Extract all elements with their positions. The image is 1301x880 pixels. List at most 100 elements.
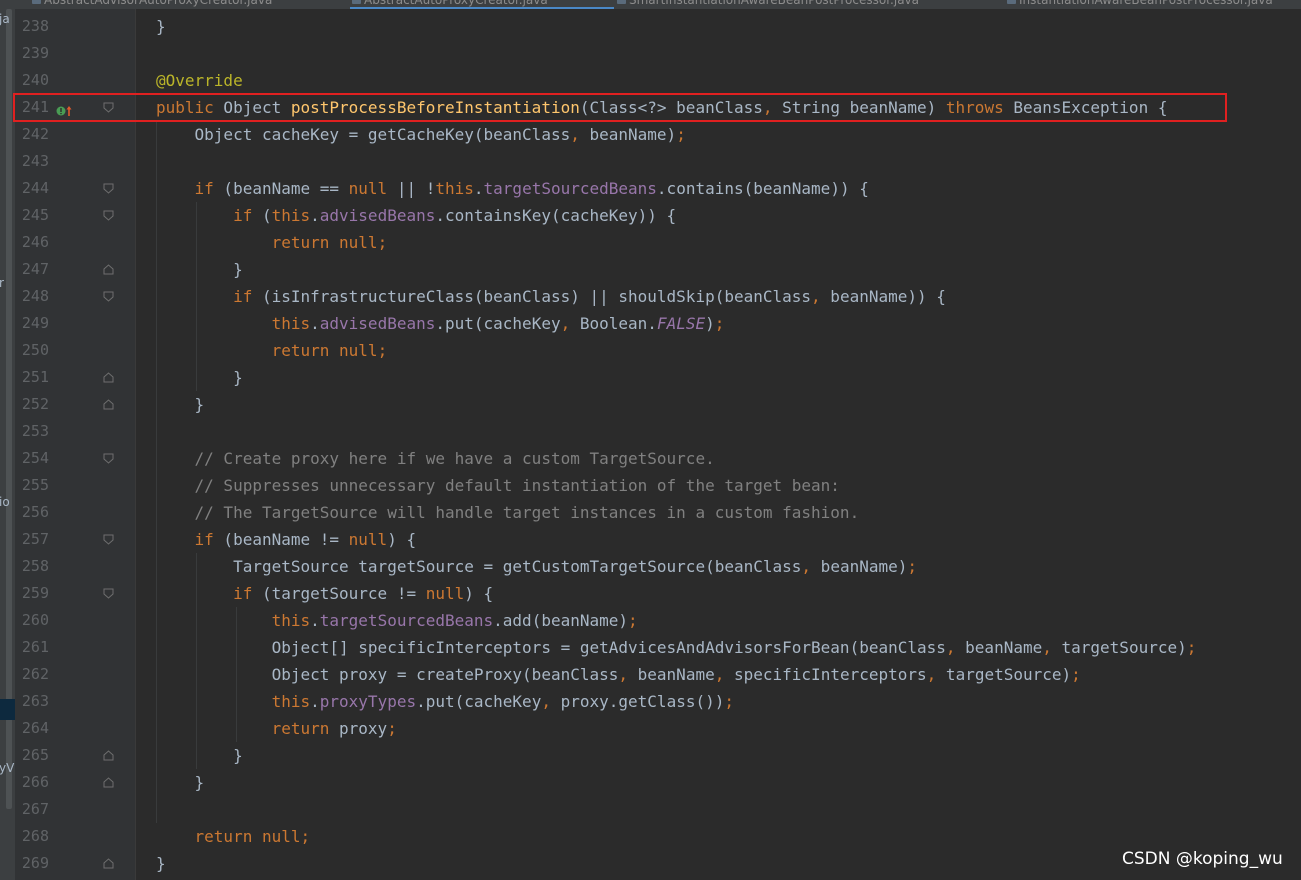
fold-end-icon[interactable] [103,372,114,383]
code-line-255[interactable]: 255 // Suppresses unnecessary default in… [0,472,1301,499]
editor-tab-bar: AbstractAdvisorAutoProxyCreator.java Abst… [0,0,1301,9]
line-number: 268 [21,827,49,845]
line-number: 247 [21,260,49,278]
tab-label: AbstractAdvisorAutoProxyCreator.java [44,0,273,7]
line-number: 259 [21,584,49,602]
code-line-239[interactable]: 239 [0,40,1301,67]
fold-start-icon[interactable] [103,453,114,464]
line-number: 266 [21,773,49,791]
code-text: if (targetSource != null) { [233,584,494,603]
line-number: 262 [21,665,49,683]
line-number: 249 [21,314,49,332]
line-number: 239 [21,44,49,62]
code-text: // Suppresses unnecessary default instan… [194,476,840,495]
line-number: 244 [21,179,49,197]
indent-guide [196,553,197,769]
fold-end-icon[interactable] [103,399,114,410]
line-number: 260 [21,611,49,629]
java-class-icon [617,0,626,4]
line-number: 252 [21,395,49,413]
line-number: 257 [21,530,49,548]
line-number: 243 [21,152,49,170]
code-line-269[interactable]: 269} [0,850,1301,877]
line-number: 238 [21,17,49,35]
code-text: this.advisedBeans.put(cacheKey, Boolean.… [271,314,725,333]
line-number: 258 [21,557,49,575]
line-number: 265 [21,746,49,764]
line-number: 263 [21,692,49,710]
java-class-icon [32,0,41,4]
code-text: } [156,773,205,792]
code-line-254[interactable]: 254 // Create proxy here if we have a cu… [0,445,1301,472]
code-text: } [156,368,243,387]
line-number: 261 [21,638,49,656]
code-text: TargetSource targetSource = getCustomTar… [156,557,918,576]
code-text: } [156,854,166,873]
tab-label: AbstractAutoProxyCreator.java [364,0,548,7]
indent-guide [236,607,237,742]
line-number: 251 [21,368,49,386]
line-number: 250 [21,341,49,359]
line-number: 264 [21,719,49,737]
code-text: return null; [194,827,311,846]
tab-2[interactable]: SmartInstantiationAwareBeanPostProcessor… [615,0,999,9]
code-text: Object proxy = createProxy(beanClass, be… [156,665,1081,684]
tab-label: SmartInstantiationAwareBeanPostProcessor… [629,0,920,7]
tab-label: InstantiationAwareBeanPostProcessor.java [1019,0,1273,7]
code-text: Object cacheKey = getCacheKey(beanClass,… [156,125,686,144]
code-line-240[interactable]: 240 @Override [0,67,1301,94]
code-text: } [156,395,205,414]
line-number: 240 [21,71,49,89]
line-number: 267 [21,800,49,818]
line-number: 269 [21,854,49,872]
tab-3[interactable]: InstantiationAwareBeanPostProcessor.java [1005,0,1301,9]
code-line-238[interactable]: 238} [0,13,1301,40]
code-text: @Override [156,71,243,90]
code-text: return null; [271,341,388,360]
fold-start-icon[interactable] [103,534,114,545]
code-line-244[interactable]: 244 if (beanName == null || !this.target… [0,175,1301,202]
fold-start-icon[interactable] [103,588,114,599]
code-line-243[interactable]: 243 [0,148,1301,175]
code-line-242[interactable]: 242 Object cacheKey = getCacheKey(beanCl… [0,121,1301,148]
indent-guide [156,121,157,823]
fold-start-icon[interactable] [103,183,114,194]
code-line-268[interactable]: 268 return null; [0,823,1301,850]
code-text: if (this.advisedBeans.containsKey(cacheK… [233,206,677,225]
java-class-icon [352,0,361,4]
line-number: 246 [21,233,49,251]
indent-guide [196,202,197,391]
code-text: if (isInfrastructureClass(beanClass) || … [233,287,946,306]
code-line-256[interactable]: 256 // The TargetSource will handle targ… [0,499,1301,526]
code-text: return null; [271,233,388,252]
fold-end-icon[interactable] [103,858,114,869]
fold-end-icon[interactable] [103,750,114,761]
java-class-icon [1007,0,1016,4]
code-text: } [156,17,166,36]
code-text: this.targetSourcedBeans.add(beanName); [271,611,638,630]
code-line-253[interactable]: 253 [0,418,1301,445]
fold-end-icon[interactable] [103,777,114,788]
code-text: } [156,746,243,765]
highlight-box [13,93,1227,122]
code-text: if (beanName == null || !this.targetSour… [194,179,869,198]
code-text: } [156,260,243,279]
line-number: 248 [21,287,49,305]
tab-1[interactable]: AbstractAutoProxyCreator.java [350,0,614,9]
code-text: Object[] specificInterceptors = getAdvic… [156,638,1197,657]
fold-start-icon[interactable] [103,291,114,302]
line-number: 254 [21,449,49,467]
line-number: 255 [21,476,49,494]
fold-end-icon[interactable] [103,264,114,275]
code-text: // The TargetSource will handle target i… [194,503,860,522]
line-number: 256 [21,503,49,521]
code-line-252[interactable]: 252 } [0,391,1301,418]
code-line-257[interactable]: 257 if (beanName != null) { [0,526,1301,553]
tab-0[interactable]: AbstractAdvisorAutoProxyCreator.java [30,0,344,9]
code-line-266[interactable]: 266 } [0,769,1301,796]
code-text: return proxy; [271,719,397,738]
code-text: // Create proxy here if we have a custom… [194,449,715,468]
code-line-267[interactable]: 267 [0,796,1301,823]
line-number: 245 [21,206,49,224]
fold-start-icon[interactable] [103,210,114,221]
